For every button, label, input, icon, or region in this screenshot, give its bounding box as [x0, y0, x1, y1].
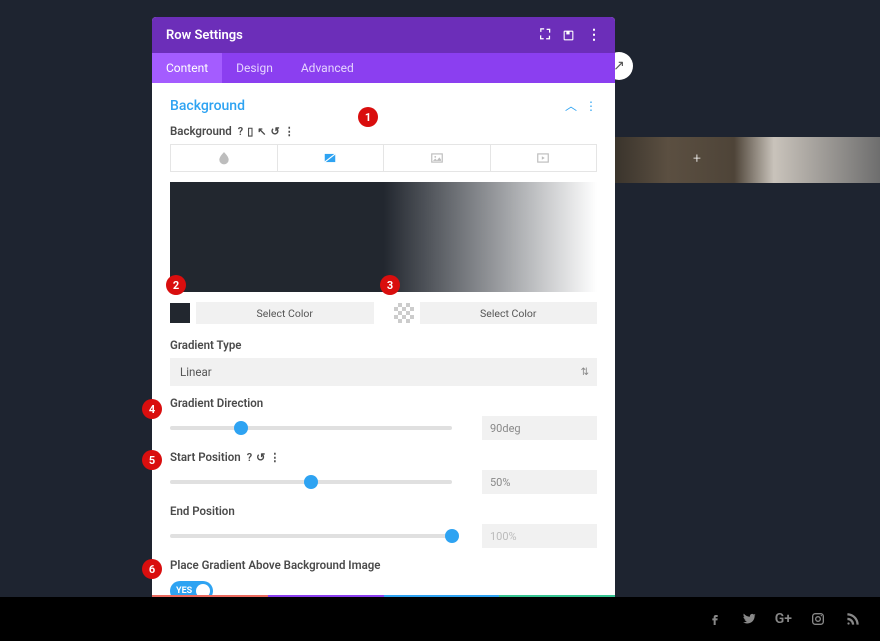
end-position-slider[interactable]: [170, 534, 452, 538]
modal-titlebar: Row Settings ⛶ ⋮: [152, 17, 615, 53]
end-position-thumb[interactable]: [445, 529, 459, 543]
modal-title: Row Settings: [166, 28, 243, 43]
page-footer: G+: [0, 597, 880, 641]
bg-tab-color[interactable]: [171, 145, 278, 171]
tab-advanced[interactable]: Advanced: [287, 53, 368, 83]
undo-icon[interactable]: ↺: [270, 125, 279, 138]
annotation-1: 1: [358, 107, 378, 127]
row-settings-modal: Row Settings ⛶ ⋮ Content Design Advanced…: [152, 17, 615, 627]
chevron-up-icon[interactable]: ︿: [565, 97, 577, 114]
modal-body: Background ︿ ⋮ Background ? ▯ ↖ ↺ ⋮: [152, 83, 615, 627]
start-position-thumb[interactable]: [304, 475, 318, 489]
bg-tab-image[interactable]: [384, 145, 491, 171]
section-kebab-icon[interactable]: ⋮: [585, 99, 597, 113]
page-background-strip: +: [615, 137, 880, 183]
sp-kebab-icon[interactable]: ⋮: [269, 451, 280, 464]
help-icon[interactable]: ?: [238, 125, 243, 138]
color-1-swatch[interactable]: [170, 303, 190, 323]
kebab2-icon[interactable]: ⋮: [284, 125, 295, 138]
start-position-field: Start Position ? ↺ ⋮ 50%: [170, 450, 597, 494]
background-type-tabs: [170, 144, 597, 172]
bg-tab-video[interactable]: [491, 145, 597, 171]
gradient-preview: [170, 182, 597, 292]
gradient-direction-thumb[interactable]: [234, 421, 248, 435]
gradient-direction-slider[interactable]: [170, 426, 452, 430]
place-above-label: Place Gradient Above Background Image: [170, 558, 597, 572]
start-position-value[interactable]: 50%: [482, 470, 597, 494]
color-1-button[interactable]: Select Color: [196, 302, 374, 324]
facebook-icon[interactable]: [707, 611, 723, 627]
color-pickers: Select Color Select Color: [170, 302, 597, 324]
gradient-type-label: Gradient Type: [170, 338, 597, 352]
sp-undo-icon[interactable]: ↺: [256, 451, 265, 464]
annotation-5: 5: [142, 450, 162, 470]
gradient-type-field: Gradient Type Linear: [170, 338, 597, 386]
annotation-6: 6: [142, 559, 162, 579]
titlebar-actions: ⛶ ⋮: [540, 27, 601, 43]
color-2-button[interactable]: Select Color: [420, 302, 598, 324]
rss-icon[interactable]: [844, 611, 860, 627]
twitter-icon[interactable]: [741, 611, 757, 627]
end-position-value[interactable]: 100%: [482, 524, 597, 548]
kebab-icon[interactable]: ⋮: [587, 27, 601, 43]
gradient-direction-label: Gradient Direction: [170, 396, 597, 410]
instagram-icon[interactable]: [810, 611, 826, 627]
gradient-direction-value[interactable]: 90deg: [482, 416, 597, 440]
annotation-3: 3: [380, 275, 400, 295]
color-2: Select Color: [394, 302, 598, 324]
tab-content[interactable]: Content: [152, 53, 222, 83]
tab-design[interactable]: Design: [222, 53, 287, 83]
section-title: Background: [170, 98, 245, 114]
sp-help-icon[interactable]: ?: [247, 451, 252, 464]
expand-icon[interactable]: ⛶: [540, 27, 550, 43]
annotation-4: 4: [142, 399, 162, 419]
section-collapse[interactable]: ︿ ⋮: [565, 97, 597, 114]
bg-tab-gradient[interactable]: [278, 145, 385, 171]
start-position-label: Start Position ? ↺ ⋮: [170, 450, 597, 464]
background-field-label: Background ? ▯ ↖ ↺ ⋮: [170, 124, 597, 138]
modal-tabs: Content Design Advanced: [152, 53, 615, 83]
save-library-icon[interactable]: [562, 29, 575, 42]
plus-icon[interactable]: +: [693, 151, 701, 167]
google-plus-icon[interactable]: G+: [775, 611, 792, 627]
gradient-direction-field: Gradient Direction 90deg: [170, 396, 597, 440]
start-position-slider[interactable]: [170, 480, 452, 484]
hover-icon[interactable]: ↖: [257, 125, 266, 138]
section-header: Background ︿ ⋮: [170, 97, 597, 114]
color-1: Select Color: [170, 302, 374, 324]
color-2-swatch[interactable]: [394, 303, 414, 323]
gradient-type-select[interactable]: Linear: [170, 358, 597, 386]
annotation-2: 2: [166, 275, 186, 295]
mobile-icon[interactable]: ▯: [247, 125, 253, 138]
end-position-label: End Position: [170, 504, 597, 518]
end-position-field: End Position 100%: [170, 504, 597, 548]
